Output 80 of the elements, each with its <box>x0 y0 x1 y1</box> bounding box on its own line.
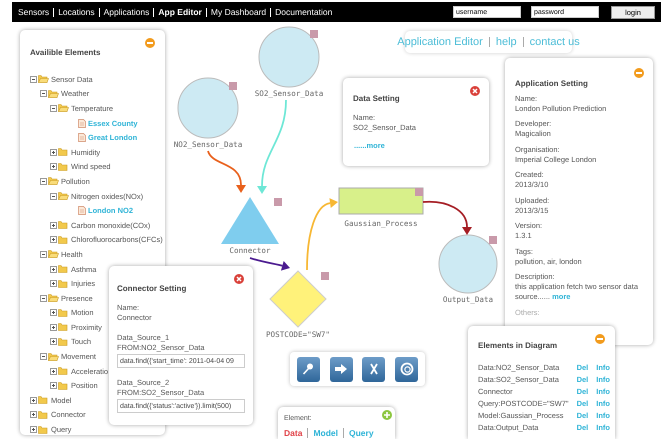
folder-icon <box>58 338 69 346</box>
nav-link[interactable]: Sensors <box>18 7 50 17</box>
element-tab[interactable]: Data <box>284 428 302 438</box>
open-folder-icon <box>48 250 59 258</box>
panel-title: Data Setting <box>353 94 401 103</box>
collapse-icon[interactable] <box>30 76 37 83</box>
folder-icon <box>38 410 49 419</box>
open-folder-icon <box>48 352 59 361</box>
folder-icon <box>58 265 69 274</box>
delete-tool-button[interactable] <box>362 356 386 382</box>
nav-link[interactable]: My Dashboard <box>210 7 266 17</box>
folder-icon <box>58 148 69 156</box>
folder-icon <box>58 280 69 288</box>
nav-link[interactable]: App Editor <box>158 7 202 17</box>
expand-icon[interactable] <box>50 222 57 229</box>
nav-link[interactable]: Applications <box>104 7 150 17</box>
expand-icon[interactable] <box>30 396 37 404</box>
document-icon <box>78 118 86 128</box>
arrow-tool-button[interactable] <box>330 356 353 382</box>
expand-icon[interactable] <box>50 148 57 156</box>
connector-node[interactable] <box>221 197 279 244</box>
collapse-icon[interactable] <box>40 353 47 360</box>
arrow-right-icon <box>334 362 348 376</box>
folder-icon <box>58 323 69 332</box>
pin-tool-button[interactable] <box>296 356 320 382</box>
collapse-icon[interactable] <box>50 104 57 112</box>
folder-icon <box>58 236 69 244</box>
folder-icon <box>38 396 49 404</box>
expand-icon[interactable] <box>50 382 57 390</box>
panel-title: Connector Setting <box>117 284 188 293</box>
panel-title: Elements in Diagram <box>478 341 558 350</box>
node-handle[interactable] <box>415 188 423 196</box>
panel-title: Application Setting <box>515 79 589 88</box>
pin-icon <box>301 362 316 376</box>
expand-icon[interactable] <box>50 266 57 273</box>
node-handle[interactable] <box>321 272 329 280</box>
collapse-icon[interactable] <box>40 250 47 258</box>
collapse-icon[interactable] <box>40 294 47 302</box>
expand-icon[interactable] <box>50 163 57 170</box>
open-folder-icon <box>48 90 59 98</box>
open-folder-icon <box>38 75 49 84</box>
expand-icon[interactable] <box>30 411 37 418</box>
node-handle[interactable] <box>310 30 318 38</box>
data-node[interactable] <box>178 78 238 138</box>
folder-icon <box>58 162 69 171</box>
open-folder-icon <box>58 192 69 200</box>
close-icon[interactable] <box>234 274 244 284</box>
folder-icon <box>38 426 49 434</box>
open-folder-icon <box>58 104 69 112</box>
folder-icon <box>58 367 69 376</box>
expand-icon[interactable] <box>30 426 37 434</box>
nav-link[interactable]: Locations <box>58 7 95 17</box>
model-node[interactable] <box>338 188 424 214</box>
target-icon <box>400 362 414 376</box>
node-handle[interactable] <box>489 236 497 244</box>
expand-icon[interactable] <box>50 324 57 331</box>
close-icon[interactable] <box>470 86 480 96</box>
expand-icon[interactable] <box>50 309 57 316</box>
document-icon <box>78 133 86 142</box>
document-icon <box>78 206 86 216</box>
expand-icon[interactable] <box>50 236 57 244</box>
collapse-icon[interactable] <box>50 192 57 200</box>
expand-icon[interactable] <box>50 280 57 288</box>
node-handle[interactable] <box>229 82 237 90</box>
data-node[interactable] <box>438 234 498 294</box>
open-folder-icon <box>48 294 59 302</box>
folder-icon <box>58 308 69 317</box>
collapse-icon[interactable] <box>40 178 47 185</box>
target-tool-button[interactable] <box>395 356 418 382</box>
open-folder-icon <box>48 177 59 186</box>
folder-icon <box>58 221 69 230</box>
expand-icon[interactable] <box>50 338 57 346</box>
data-node[interactable] <box>258 26 320 88</box>
expand-icon[interactable] <box>50 368 57 375</box>
query-node[interactable] <box>269 270 327 328</box>
panel-title: Availible Elements <box>30 48 102 57</box>
collapse-icon[interactable] <box>40 90 47 98</box>
node-handle[interactable] <box>274 198 282 206</box>
folder-icon <box>58 382 69 390</box>
nav-link[interactable]: Documentation <box>275 7 332 17</box>
